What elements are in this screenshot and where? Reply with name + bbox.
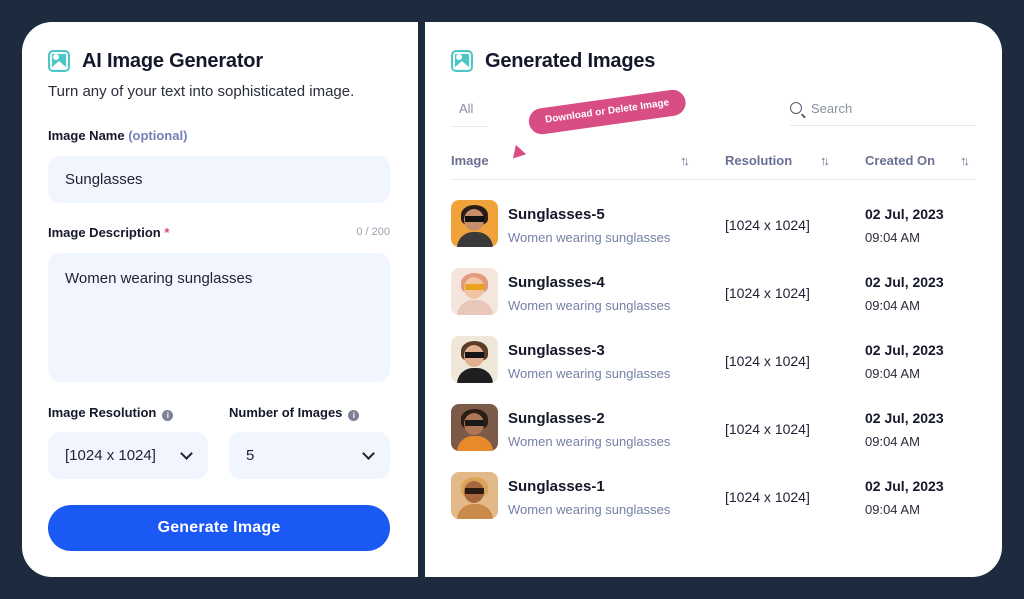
table-row[interactable]: Sunglasses-5 Women wearing sunglasses [1… bbox=[451, 200, 976, 250]
chevron-down-icon bbox=[362, 446, 375, 460]
image-resolution-label: Image Resolution i bbox=[48, 405, 174, 421]
image-name-input[interactable]: Sunglasses bbox=[48, 156, 390, 203]
image-thumbnail[interactable] bbox=[451, 200, 498, 247]
image-resolution: [1024 x 1024] bbox=[725, 217, 810, 233]
image-name-value: Sunglasses bbox=[65, 171, 143, 188]
image-description: Women wearing sunglasses bbox=[508, 298, 671, 313]
image-resolution-label-text: Image Resolution bbox=[48, 405, 157, 420]
sort-icon[interactable]: ↑↓ bbox=[820, 153, 830, 168]
number-of-images-label-text: Number of Images bbox=[229, 405, 343, 420]
image-name: Sunglasses-3 bbox=[508, 342, 605, 359]
gallery-title: Generated Images bbox=[485, 50, 656, 72]
image-name: Sunglasses-5 bbox=[508, 206, 605, 223]
search-placeholder: Search bbox=[811, 101, 853, 116]
required-mark: * bbox=[164, 225, 170, 240]
optional-hint: (optional) bbox=[128, 128, 188, 143]
resolution-value: [1024 x 1024] bbox=[65, 447, 156, 464]
download-delete-tooltip: Download or Delete Image bbox=[527, 88, 688, 136]
image-description-value: Women wearing sunglasses bbox=[65, 270, 253, 287]
created-date: 02 Jul, 2023 bbox=[865, 342, 944, 358]
image-name-label: Image Name (optional) bbox=[48, 128, 187, 143]
column-header-image[interactable]: Image bbox=[451, 153, 489, 168]
image-resolution: [1024 x 1024] bbox=[725, 421, 810, 437]
chevron-down-icon bbox=[180, 446, 193, 460]
info-icon[interactable]: i bbox=[162, 410, 174, 421]
tooltip-pointer bbox=[507, 144, 527, 164]
image-description-label-text: Image Description bbox=[48, 225, 161, 240]
image-thumbnail[interactable] bbox=[451, 404, 498, 451]
created-date: 02 Jul, 2023 bbox=[865, 478, 944, 494]
number-of-images-label: Number of Images i bbox=[229, 405, 360, 421]
column-header-resolution[interactable]: Resolution bbox=[725, 153, 792, 168]
image-name: Sunglasses-4 bbox=[508, 274, 605, 291]
tab-all[interactable]: All bbox=[459, 101, 473, 116]
image-thumbnail[interactable] bbox=[451, 268, 498, 315]
number-of-images-select[interactable]: 5 bbox=[229, 432, 390, 479]
image-resolution: [1024 x 1024] bbox=[725, 353, 810, 369]
header-divider bbox=[451, 179, 976, 180]
number-of-images-value: 5 bbox=[246, 447, 255, 464]
info-icon[interactable]: i bbox=[348, 410, 360, 421]
resolution-select[interactable]: [1024 x 1024] bbox=[48, 432, 208, 479]
table-row[interactable]: Sunglasses-1 Women wearing sunglasses [1… bbox=[451, 472, 976, 522]
generator-panel: AI Image Generator Turn any of your text… bbox=[22, 22, 418, 577]
created-date: 02 Jul, 2023 bbox=[865, 410, 944, 426]
image-thumbnail[interactable] bbox=[451, 472, 498, 519]
table-row[interactable]: Sunglasses-3 Women wearing sunglasses [1… bbox=[451, 336, 976, 386]
image-icon bbox=[48, 50, 70, 72]
created-time: 09:04 AM bbox=[865, 230, 920, 245]
image-resolution: [1024 x 1024] bbox=[725, 489, 810, 505]
image-thumbnail[interactable] bbox=[451, 336, 498, 383]
search-icon bbox=[790, 102, 802, 114]
column-header-created[interactable]: Created On bbox=[865, 153, 935, 168]
image-name: Sunglasses-1 bbox=[508, 478, 605, 495]
sort-icon[interactable]: ↑↓ bbox=[680, 153, 690, 168]
sort-icon[interactable]: ↑↓ bbox=[960, 153, 970, 168]
gallery-panel: Generated Images All Search Download or … bbox=[425, 22, 1002, 577]
created-date: 02 Jul, 2023 bbox=[865, 274, 944, 290]
image-name: Sunglasses-2 bbox=[508, 410, 605, 427]
image-icon bbox=[451, 50, 473, 72]
image-description: Women wearing sunglasses bbox=[508, 434, 671, 449]
table-row[interactable]: Sunglasses-2 Women wearing sunglasses [1… bbox=[451, 404, 976, 454]
image-resolution: [1024 x 1024] bbox=[725, 285, 810, 301]
tab-divider bbox=[451, 126, 487, 127]
generator-subtitle: Turn any of your text into sophisticated… bbox=[48, 83, 355, 100]
image-description-textarea[interactable]: Women wearing sunglasses bbox=[48, 253, 390, 382]
character-counter: 0 / 200 bbox=[356, 226, 390, 238]
created-time: 09:04 AM bbox=[865, 502, 920, 517]
created-time: 09:04 AM bbox=[865, 298, 920, 313]
image-name-label-text: Image Name bbox=[48, 128, 125, 143]
created-time: 09:04 AM bbox=[865, 434, 920, 449]
image-description: Women wearing sunglasses bbox=[508, 366, 671, 381]
image-description-label: Image Description * bbox=[48, 225, 169, 240]
table-row[interactable]: Sunglasses-4 Women wearing sunglasses [1… bbox=[451, 268, 976, 318]
created-date: 02 Jul, 2023 bbox=[865, 206, 944, 222]
generator-title: AI Image Generator bbox=[82, 50, 263, 72]
generate-image-button[interactable]: Generate Image bbox=[48, 505, 390, 551]
created-time: 09:04 AM bbox=[865, 366, 920, 381]
image-description: Women wearing sunglasses bbox=[508, 230, 671, 245]
search-input[interactable]: Search bbox=[790, 98, 976, 126]
image-description: Women wearing sunglasses bbox=[508, 502, 671, 517]
